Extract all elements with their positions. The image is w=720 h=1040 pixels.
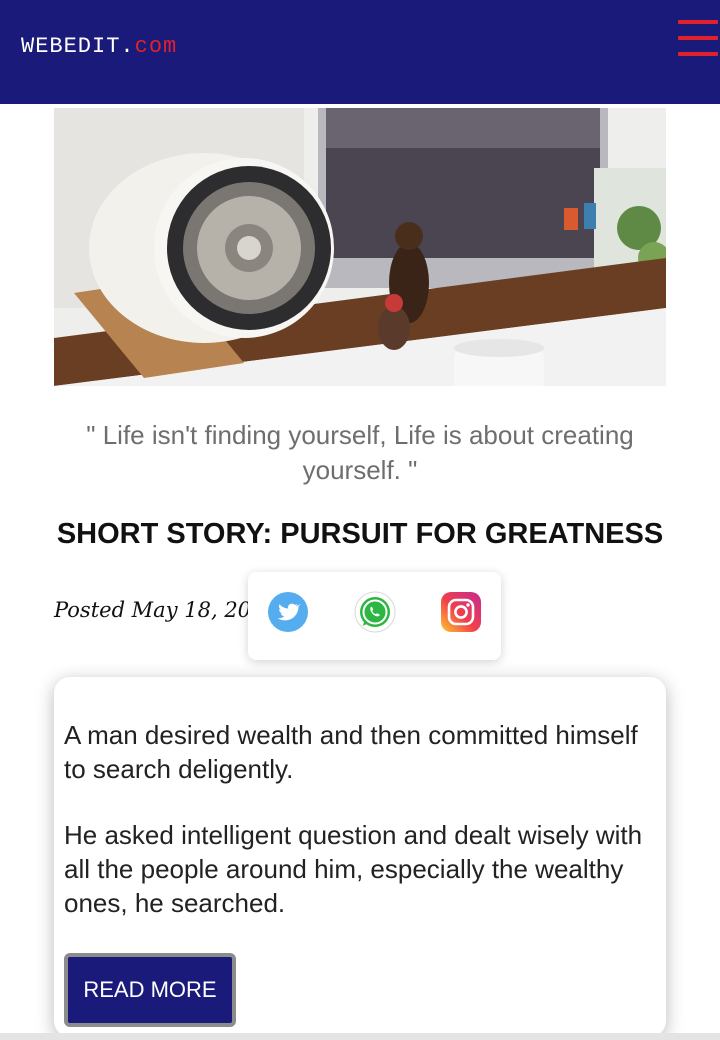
desk-speaker-photo	[54, 108, 666, 386]
site-header: WEBEDIT.com	[0, 0, 720, 104]
brand-name: WEBEDIT.	[21, 34, 135, 59]
twitter-icon[interactable]	[267, 591, 309, 633]
hero-image	[54, 108, 666, 386]
whatsapp-icon[interactable]	[354, 591, 396, 633]
excerpt-paragraph: A man desired wealth and then committed …	[64, 720, 638, 784]
excerpt-paragraph: He asked intelligent question and dealt …	[64, 820, 643, 918]
site-logo[interactable]: WEBEDIT.com	[21, 34, 177, 59]
brand-tld: com	[134, 34, 178, 59]
post-date: Posted May 18, 2021	[54, 598, 278, 622]
bottom-divider	[0, 1033, 720, 1040]
post-title[interactable]: SHORT STORY: PURSUIT FOR GREATNESS	[0, 518, 720, 551]
menu-line	[678, 20, 718, 24]
menu-line	[678, 52, 718, 56]
read-more-button[interactable]: READ MORE	[64, 953, 236, 1027]
story-excerpt-card: A man desired wealth and then committed …	[54, 677, 666, 1037]
quote-text: " Life isn't finding yourself, Life is a…	[86, 420, 634, 485]
instagram-icon[interactable]	[440, 591, 482, 633]
share-bar	[248, 572, 501, 660]
menu-line	[678, 36, 718, 40]
hamburger-menu-icon[interactable]	[678, 20, 718, 58]
